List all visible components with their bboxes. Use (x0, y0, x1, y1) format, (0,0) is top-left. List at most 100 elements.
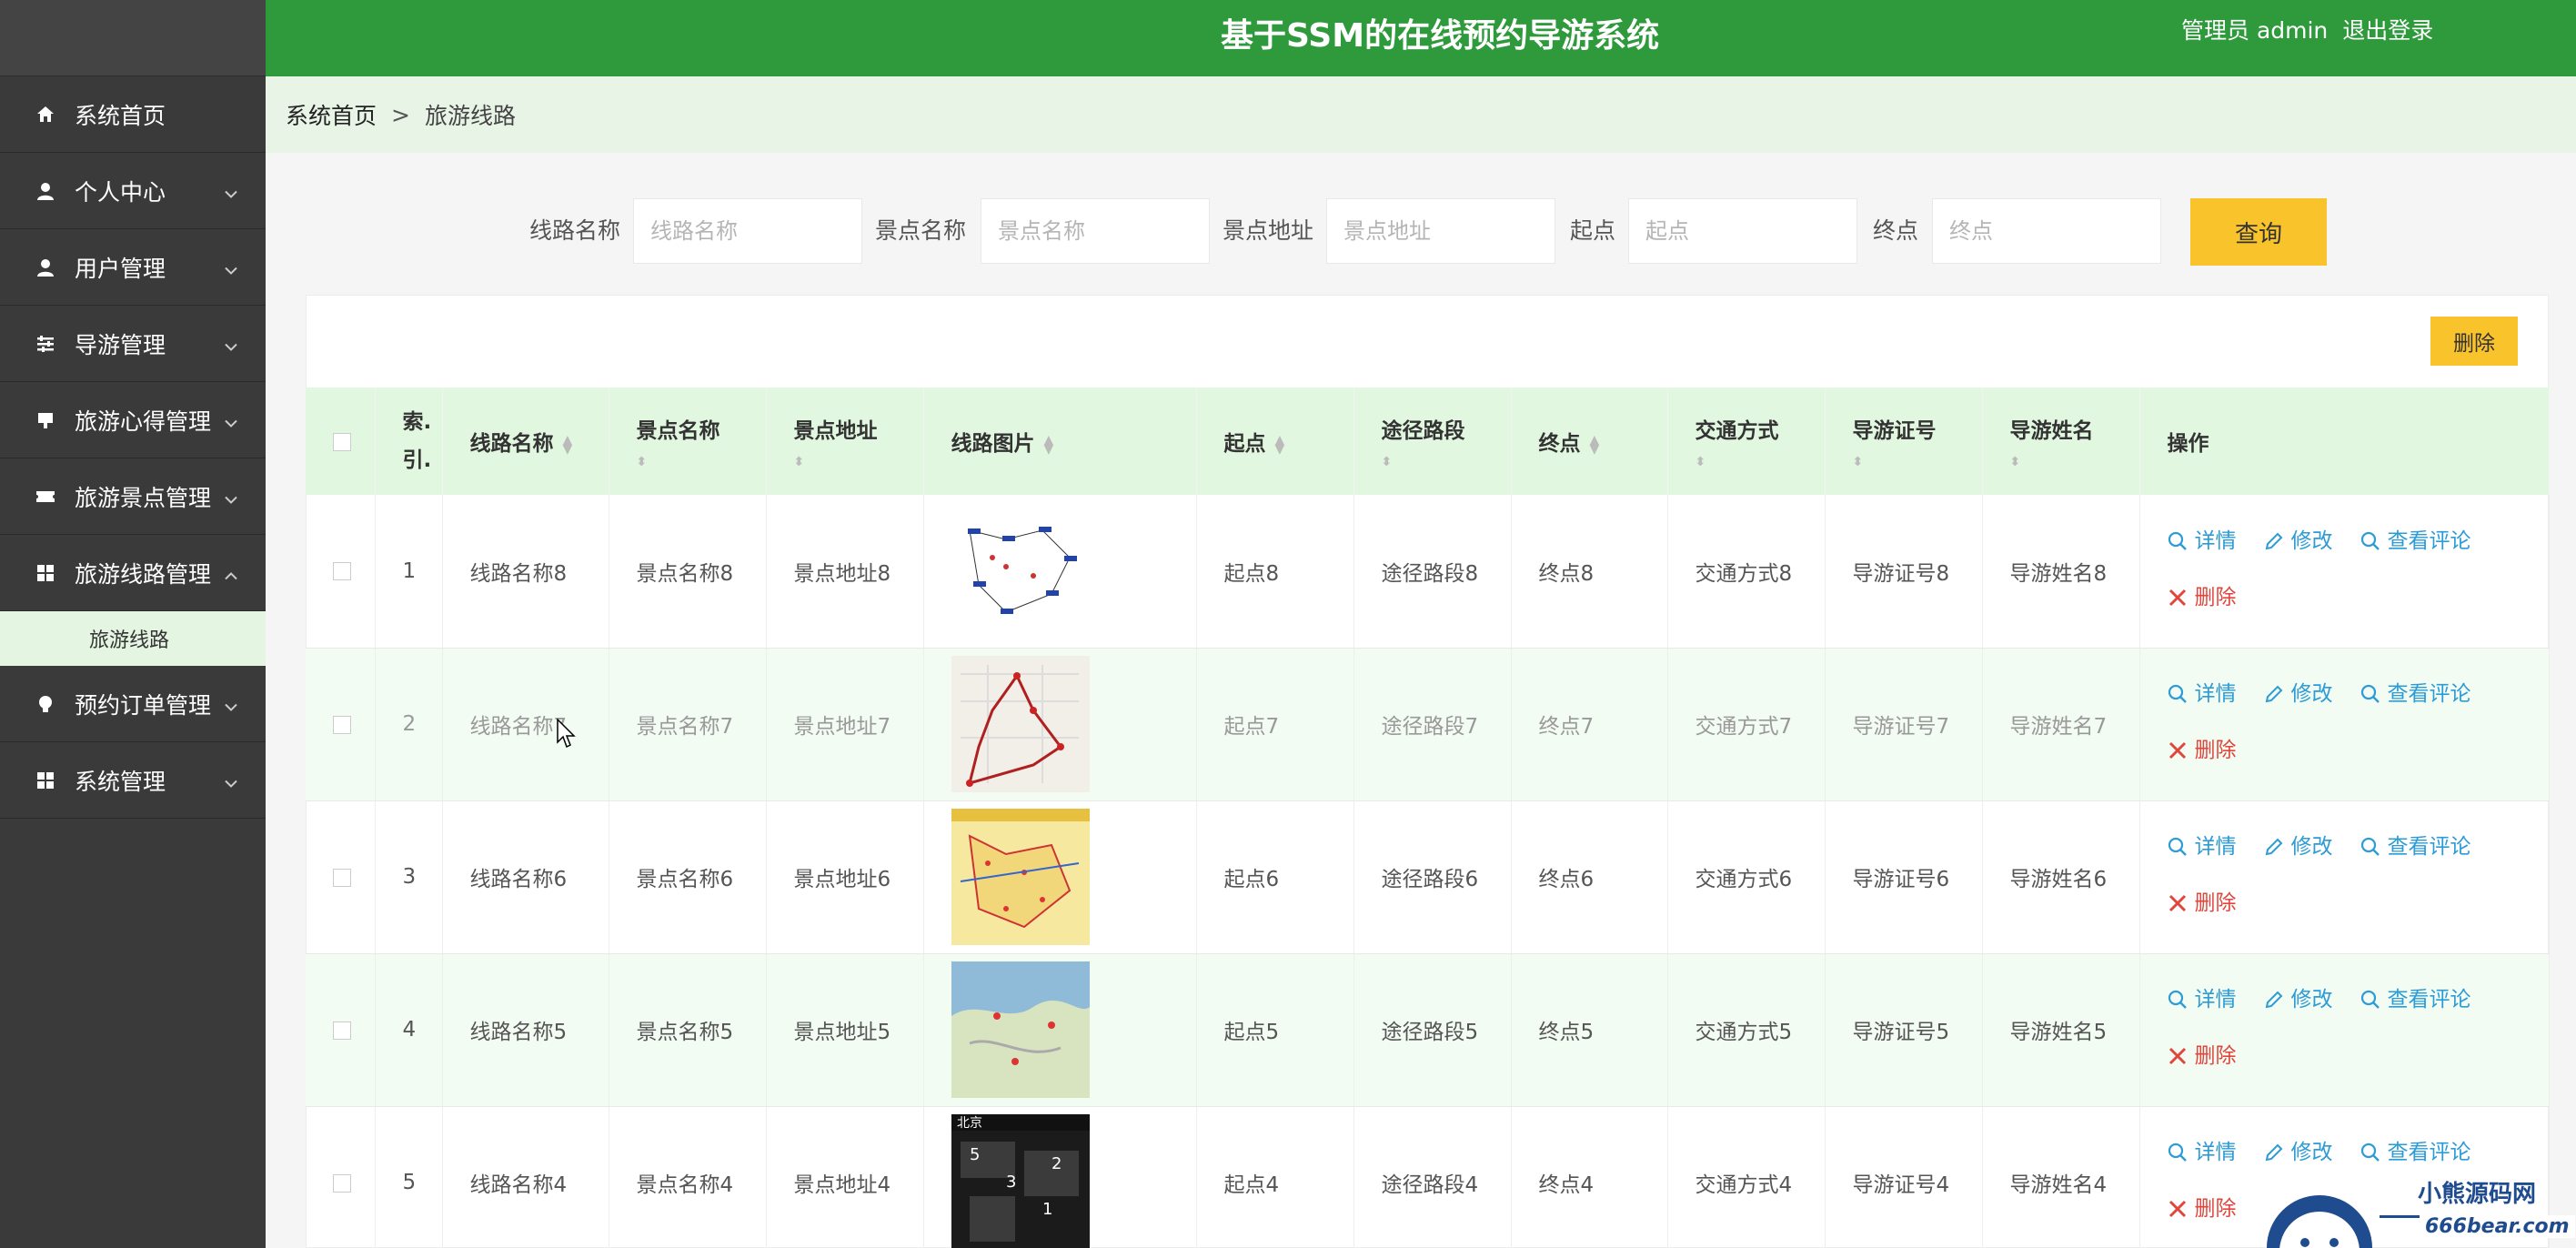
row-actions: 详情 修改 查看评论删除 (2139, 495, 2550, 649)
sidebar-item-label: 用户管理 (75, 255, 166, 282)
sort-icon[interactable]: ▲ ▼ (1044, 434, 1054, 456)
cell-transport: 交通方式6 (1667, 800, 1826, 954)
sidebar-subitem-travel-route[interactable]: 旅游线路 (0, 611, 266, 666)
cell-license: 导游证号7 (1825, 648, 1983, 801)
sidebar-item-booking-management[interactable]: 预约订单管理 (0, 666, 266, 742)
view-reviews-link[interactable]: 查看评论 (2360, 1126, 2471, 1179)
sidebar-item-label: 旅游心得管理 (75, 408, 212, 435)
delete-link[interactable]: 删除 (2168, 571, 2237, 624)
sliders-icon (35, 333, 56, 355)
cell-spot: 景点名称6 (609, 800, 767, 954)
search-icon (2360, 990, 2380, 1009)
col-start[interactable]: 起点 ▲ ▼ (1196, 387, 1354, 495)
cell-guide: 导游姓名5 (1982, 953, 2140, 1107)
route-image[interactable] (923, 648, 1197, 801)
top-header: 基于SSM的在线预约导游系统 管理员 admin 退出登录 (266, 0, 2576, 76)
cell-via: 途径路段4 (1353, 1106, 1512, 1248)
col-spot-name[interactable]: 景点名称 ⬍ (609, 387, 767, 495)
edit-link[interactable]: 修改 (2264, 973, 2333, 1026)
start-input[interactable] (1628, 198, 1857, 264)
delete-link[interactable]: 删除 (2168, 877, 2237, 930)
logout-link[interactable]: 退出登录 (2342, 17, 2433, 44)
sort-icon[interactable]: ⬍ (1853, 455, 1982, 469)
sidebar-item-guide-management[interactable]: 导游管理 (0, 306, 266, 382)
view-reviews-link[interactable]: 查看评论 (2360, 820, 2471, 873)
cell-address: 景点地址8 (766, 495, 924, 649)
chevron-down-icon (224, 407, 238, 433)
cell-license: 导游证号6 (1825, 800, 1983, 954)
route-name-input[interactable] (633, 198, 862, 264)
detail-link[interactable]: 详情 (2168, 1126, 2237, 1179)
view-reviews-link[interactable]: 查看评论 (2360, 515, 2471, 568)
breadcrumb-home[interactable]: 系统首页 (286, 98, 377, 131)
col-spot-address[interactable]: 景点地址 ⬍ (766, 387, 924, 495)
sidebar-item-home[interactable]: 系统首页 (0, 76, 266, 153)
col-index: 索. 引. (375, 387, 443, 495)
sort-icon[interactable]: ⬍ (2010, 455, 2139, 469)
detail-link[interactable]: 详情 (2168, 973, 2237, 1026)
view-reviews-link[interactable]: 查看评论 (2360, 668, 2471, 720)
col-transport[interactable]: 交通方式 ⬍ (1667, 387, 1826, 495)
sidebar-top (0, 0, 266, 76)
sort-icon[interactable]: ⬍ (637, 455, 766, 469)
edit-link[interactable]: 修改 (2264, 515, 2333, 568)
batch-delete-button[interactable]: 删除 (2430, 317, 2518, 366)
edit-link[interactable]: 修改 (2264, 668, 2333, 720)
col-end[interactable]: 终点 ▲ ▼ (1511, 387, 1668, 495)
edit-link[interactable]: 修改 (2264, 1126, 2333, 1179)
route-image[interactable] (923, 495, 1197, 649)
delete-link[interactable]: 删除 (2168, 724, 2237, 777)
sidebar-item-personal-center[interactable]: 个人中心 (0, 153, 266, 229)
sidebar-item-user-management[interactable]: 用户管理 (0, 229, 266, 306)
sidebar-item-system-management[interactable]: 系统管理 (0, 742, 266, 819)
col-license[interactable]: 导游证号 ⬍ (1825, 387, 1983, 495)
cell-guide: 导游姓名7 (1982, 648, 2140, 801)
svg-text:5: 5 (970, 1145, 980, 1164)
sidebar-item-label: 旅游景点管理 (75, 484, 212, 511)
col-route-name[interactable]: 线路名称 ▲ ▼ (442, 387, 609, 495)
delete-link[interactable]: 删除 (2168, 1030, 2237, 1082)
view-reviews-link[interactable]: 查看评论 (2360, 973, 2471, 1026)
cell-end: 终点5 (1511, 953, 1668, 1107)
sort-icon[interactable]: ⬍ (1696, 455, 1825, 469)
row-checkbox[interactable] (306, 953, 376, 1107)
delete-link[interactable]: 删除 (2168, 1183, 2237, 1235)
col-route-image[interactable]: 线路图片 ▲ ▼ (923, 387, 1197, 495)
cell-end: 终点6 (1511, 800, 1668, 954)
row-checkbox[interactable] (306, 495, 376, 649)
sidebar-item-scenic-spot-management[interactable]: 旅游景点管理 (0, 458, 266, 535)
route-image[interactable] (923, 953, 1197, 1107)
cell-index: 2 (375, 648, 443, 801)
row-checkbox[interactable] (306, 800, 376, 954)
col-guide-name[interactable]: 导游姓名 ⬍ (1982, 387, 2140, 495)
breadcrumb: 系统首页 > 旅游线路 (266, 76, 2576, 153)
cell-license: 导游证号4 (1825, 1106, 1983, 1248)
search-bar: 线路名称 景点名称 景点地址 起点 终点 查询 (266, 195, 2576, 267)
search-icon (2168, 837, 2187, 856)
row-checkbox[interactable] (306, 1106, 376, 1248)
pencil-icon (2265, 991, 2282, 1009)
row-checkbox[interactable] (306, 648, 376, 801)
detail-link[interactable]: 详情 (2168, 668, 2237, 720)
spot-address-input[interactable] (1326, 198, 1555, 264)
sort-icon[interactable]: ⬍ (1382, 455, 1511, 469)
end-input[interactable] (1932, 198, 2161, 264)
edit-link[interactable]: 修改 (2264, 820, 2333, 873)
cell-end: 终点8 (1511, 495, 1668, 649)
select-all-checkbox[interactable] (306, 387, 376, 495)
spot-name-input[interactable] (981, 198, 1210, 264)
cell-guide: 导游姓名6 (1982, 800, 2140, 954)
col-via[interactable]: 途径路段 ⬍ (1353, 387, 1512, 495)
sort-icon[interactable]: ▲ ▼ (1590, 434, 1600, 456)
sidebar-item-travel-notes-management[interactable]: 旅游心得管理 (0, 382, 266, 458)
sort-icon[interactable]: ▲ ▼ (1275, 434, 1285, 456)
route-image[interactable] (923, 800, 1197, 954)
sidebar-item-route-management[interactable]: 旅游线路管理 (0, 535, 266, 611)
route-image[interactable]: 北京 5 2 3 1 (923, 1106, 1197, 1248)
detail-link[interactable]: 详情 (2168, 820, 2237, 873)
detail-link[interactable]: 详情 (2168, 515, 2237, 568)
search-icon (2168, 1142, 2187, 1162)
query-button[interactable]: 查询 (2190, 198, 2327, 266)
sort-icon[interactable]: ▲ ▼ (563, 434, 573, 456)
sort-icon[interactable]: ⬍ (794, 455, 923, 469)
